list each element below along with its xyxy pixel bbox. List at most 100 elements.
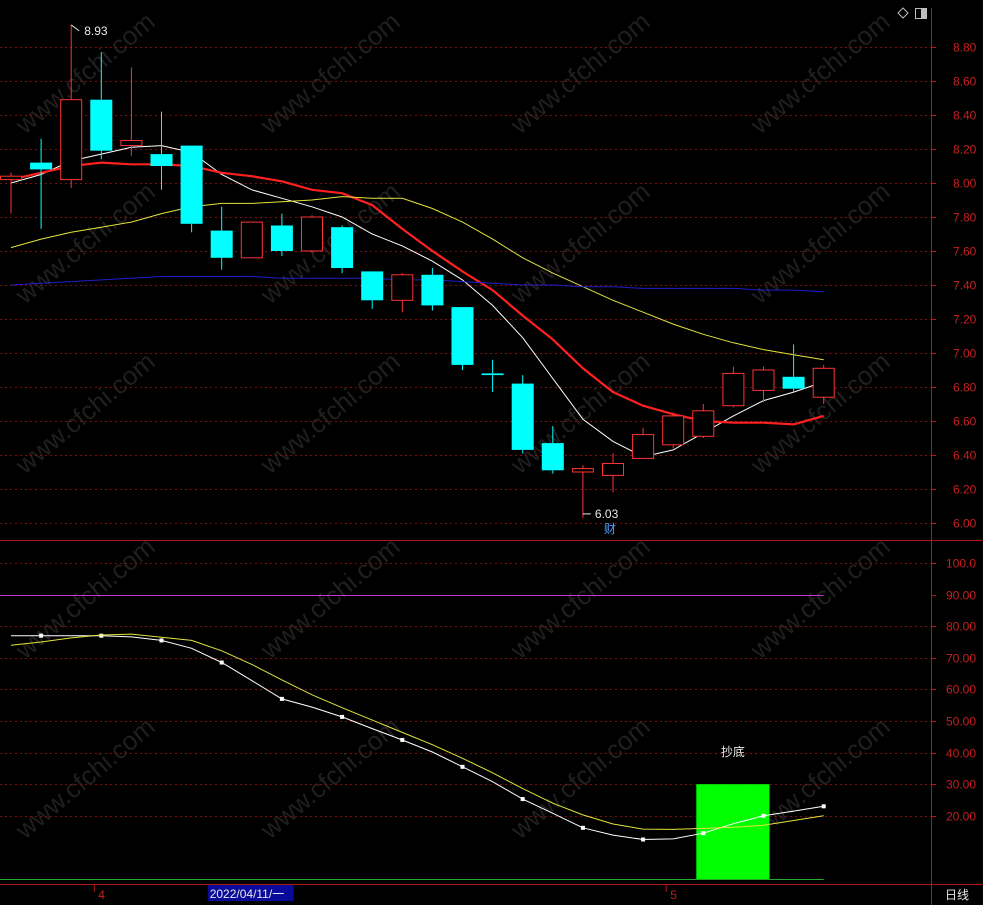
- stock-chart: www.cfchi.com www.cfchi.com www.cfchi.com w…: [0, 6, 983, 905]
- price-axis-tick-label: 6.60: [953, 415, 977, 429]
- candlestick[interactable]: [421, 268, 444, 311]
- bottom-signal-label: 抄底: [721, 744, 745, 759]
- candle-body: [812, 367, 835, 398]
- indicator-point: [761, 813, 766, 818]
- candlestick[interactable]: [60, 24, 83, 189]
- candle-body: [180, 145, 203, 224]
- candlestick[interactable]: [30, 138, 53, 229]
- price-axis-tick-label: 6.80: [953, 381, 977, 395]
- price-axis-tick-label: 6.00: [953, 517, 977, 531]
- indicator-axis-tick-label: 70.00: [946, 652, 976, 666]
- candlestick[interactable]: [602, 453, 624, 493]
- candlestick[interactable]: [331, 225, 354, 274]
- price-axis-tick-label: 8.20: [953, 143, 977, 157]
- candle-body: [782, 376, 805, 389]
- candle-body: [331, 227, 354, 268]
- indicator-axis-tick-label: 40.00: [946, 747, 976, 761]
- candle-body: [240, 221, 263, 259]
- indicator-point: [400, 737, 405, 742]
- candlestick[interactable]: [301, 215, 323, 253]
- indicator-axis-tick-label: 100.0: [946, 557, 976, 571]
- candle-body: [0, 175, 22, 181]
- candle-body: [150, 154, 173, 166]
- candlestick[interactable]: [752, 366, 775, 403]
- candle-body: [391, 274, 414, 301]
- watermark-text: www.cfchi.com: [744, 6, 896, 140]
- time-axis: 2022/04/11/一 日线 4 5: [93, 884, 969, 902]
- indicator-point: [159, 638, 164, 643]
- finance-event-marker[interactable]: 财: [604, 522, 616, 536]
- candle-body: [210, 230, 233, 258]
- price-axis-tick-label: 8.40: [953, 109, 977, 123]
- watermark-text: www.cfchi.com: [9, 176, 161, 310]
- candlestick[interactable]: [120, 67, 143, 156]
- candle-body: [361, 271, 384, 301]
- candlestick[interactable]: [451, 307, 474, 370]
- indicator-point: [641, 837, 646, 842]
- time-axis-tick-label: 5: [670, 888, 677, 902]
- indicator-axis-tick-label: 30.00: [946, 778, 976, 792]
- time-axis-tick-label: 4: [98, 888, 105, 902]
- candle-body: [602, 463, 624, 476]
- indicator-point: [99, 633, 104, 638]
- top-panel: 8.93 6.03 财 8.80 8.60 8.40 8.20 8.00 7.80 7.60…: [0, 24, 977, 536]
- watermark-text: www.cfchi.com: [254, 531, 406, 665]
- low-price-label: 6.03: [595, 507, 619, 521]
- watermark-text: www.cfchi.com: [504, 711, 656, 845]
- candlestick[interactable]: [722, 366, 745, 408]
- candlestick[interactable]: [692, 404, 715, 438]
- price-axis-tick-label: 8.80: [953, 41, 977, 55]
- diamond-icon[interactable]: [897, 7, 909, 19]
- price-axis-tick-label: 7.20: [953, 313, 977, 327]
- candlesticks: [0, 24, 835, 518]
- price-axis: 8.80 8.60 8.40 8.20 8.00 7.80 7.60 7.40 7.20 7.00…: [931, 41, 977, 531]
- candlestick[interactable]: [180, 145, 203, 233]
- watermark-text: www.cfchi.com: [254, 711, 406, 845]
- indicator-point: [340, 714, 345, 719]
- indicator-point: [821, 804, 826, 809]
- candlestick[interactable]: [361, 271, 384, 309]
- indicator-axis-tick-label: 80.00: [946, 620, 976, 634]
- watermark-text: www.cfchi.com: [254, 346, 406, 480]
- candle-body: [90, 99, 113, 151]
- candlestick[interactable]: [662, 412, 685, 449]
- candlestick[interactable]: [240, 221, 263, 259]
- watermark-text: www.cfchi.com: [9, 346, 161, 480]
- candlestick[interactable]: [150, 111, 173, 190]
- candle-body: [511, 383, 534, 450]
- candle-body: [451, 307, 474, 365]
- high-price-label: 8.93: [84, 24, 108, 38]
- candlestick[interactable]: [210, 206, 233, 270]
- candle-body: [692, 410, 715, 437]
- candlestick[interactable]: [0, 172, 22, 214]
- price-axis-tick-label: 7.40: [953, 279, 977, 293]
- candlestick[interactable]: [632, 427, 655, 459]
- candle-body: [270, 225, 293, 251]
- panel-toggle-icon[interactable]: [915, 8, 927, 19]
- candlestick[interactable]: [511, 375, 534, 454]
- price-axis-tick-label: 7.60: [953, 245, 977, 259]
- candlestick[interactable]: [391, 273, 414, 313]
- price-axis-tick-label: 6.20: [953, 483, 977, 497]
- indicator-axis: 100.0 90.00 80.00 70.00 60.00 50.00 40.00 30.00…: [931, 557, 976, 824]
- price-axis-tick-label: 7.80: [953, 211, 977, 225]
- candlestick[interactable]: [270, 213, 293, 257]
- candle-body: [571, 468, 594, 473]
- indicator-point: [460, 764, 465, 769]
- candle-body: [421, 274, 444, 306]
- watermark-text: www.cfchi.com: [744, 346, 896, 480]
- price-axis-tick-label: 8.00: [953, 177, 977, 191]
- watermark-text: www.cfchi.com: [504, 6, 656, 140]
- candlestick[interactable]: [782, 344, 805, 393]
- indicator-point: [279, 696, 284, 701]
- period-label[interactable]: 日线: [945, 888, 969, 902]
- watermark-text: www.cfchi.com: [9, 711, 161, 845]
- indicator-axis-tick-label: 60.00: [946, 683, 976, 697]
- watermark-text: www.cfchi.com: [504, 531, 656, 665]
- watermark-text: www.cfchi.com: [254, 6, 406, 140]
- watermark-text: www.cfchi.com: [744, 531, 896, 665]
- date-cursor-label: 2022/04/11/一: [210, 887, 285, 901]
- candle-body: [30, 162, 53, 170]
- candlestick[interactable]: [571, 465, 594, 518]
- price-axis-tick-label: 7.00: [953, 347, 977, 361]
